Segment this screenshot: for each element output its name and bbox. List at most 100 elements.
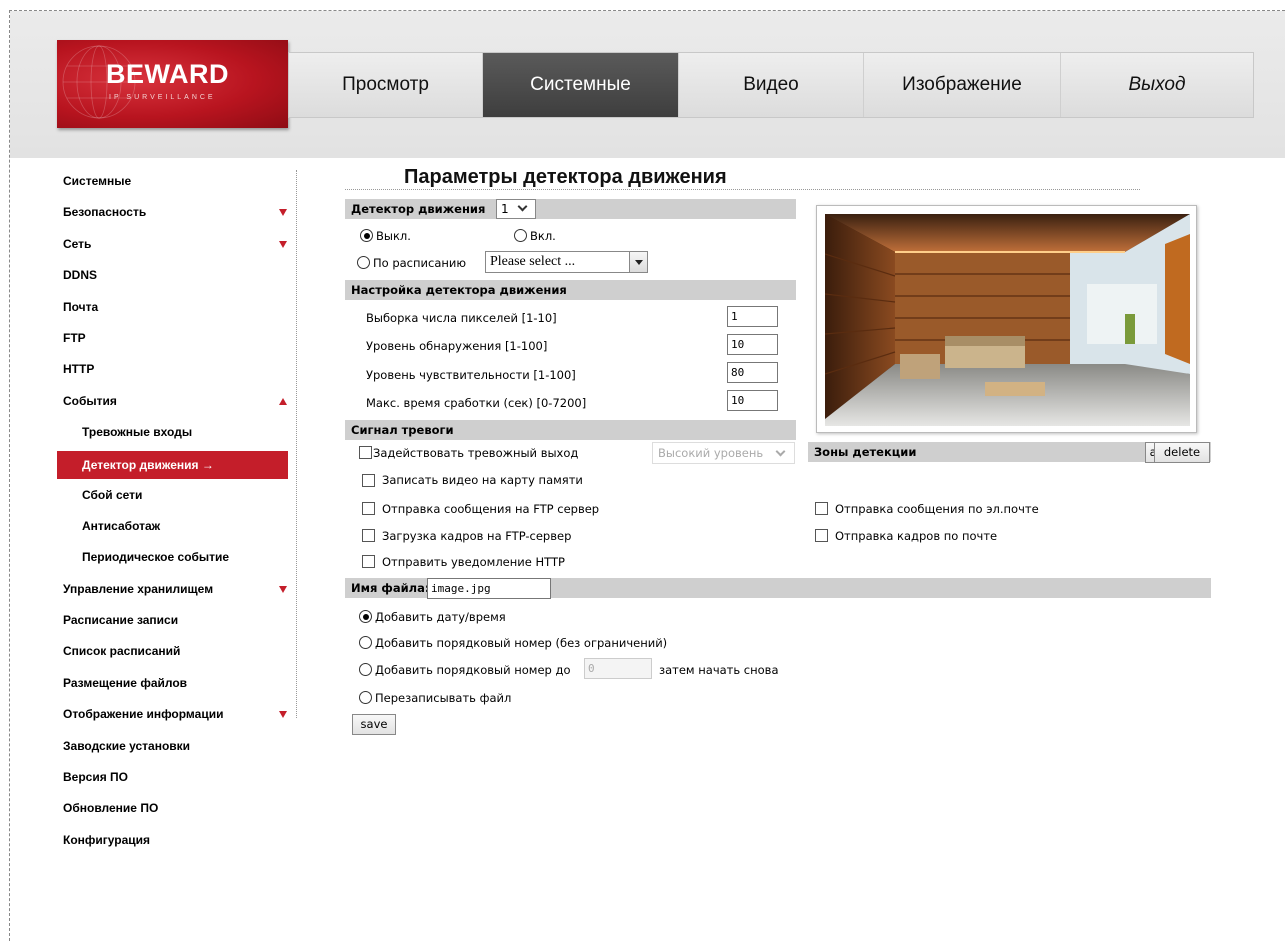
sidebar-item-label: Отображение информации	[63, 707, 224, 722]
append-seq-radio[interactable]	[359, 636, 372, 649]
sidebar-item-label: Системные	[63, 174, 132, 188]
http-notify-label: Отправить уведомление HTTP	[382, 555, 565, 569]
sidebar-item-schedule-list[interactable]: Список расписаний	[57, 636, 297, 667]
email-frames-checkbox[interactable]	[815, 529, 828, 542]
filename-input[interactable]: image.jpg	[427, 578, 551, 599]
tab-video[interactable]: Видео	[679, 53, 864, 117]
detector-label: Детектор движения	[351, 202, 486, 216]
tab-system[interactable]: Системные	[483, 53, 679, 117]
sidebar-item-file-location[interactable]: Размещение файлов	[57, 668, 297, 699]
title-rule	[345, 189, 1140, 190]
mode-schedule-radio[interactable]	[357, 256, 370, 269]
sidebar-item-factory-reset[interactable]: Заводские установки	[57, 731, 297, 762]
sidebar-item-label: События	[63, 393, 117, 408]
schedule-select[interactable]: Please select ...	[485, 251, 648, 273]
sidebar-item-periodic-event[interactable]: Периодическое событие	[57, 542, 297, 573]
sidebar-item-firmware-update[interactable]: Обновление ПО	[57, 793, 297, 824]
dropdown-arrow-icon	[635, 260, 643, 265]
zones-label: Зоны детекции	[814, 445, 917, 459]
logo-subtitle: IP SURVEILLANCE	[109, 94, 216, 101]
seq-restart-label: затем начать снова	[659, 663, 779, 677]
overwrite-radio[interactable]	[359, 691, 372, 704]
max-trigger-time-label: Макс. время сработки (сек) [0-7200]	[366, 396, 587, 410]
sidebar-item-storage[interactable]: Управление хранилищем	[57, 574, 297, 605]
sidebar-item-label: Антисаботаж	[82, 518, 161, 533]
detector-select[interactable]: 1	[496, 199, 536, 219]
sidebar-item-label: Конфигурация	[63, 832, 151, 847]
sidebar-item-label: Расписание записи	[63, 613, 179, 628]
detector-select-value: 1	[501, 202, 509, 216]
mode-schedule-label: По расписанию	[373, 256, 467, 270]
expand-down-icon	[279, 585, 287, 593]
tab-image[interactable]: Изображение	[864, 53, 1061, 117]
alarm-level-value: Высокий уровень	[658, 446, 764, 460]
sidebar-item-label: Управление хранилищем	[63, 581, 214, 596]
sidebar-item-network-failure[interactable]: Сбой сети	[57, 480, 297, 511]
sidebar-item-record-schedule[interactable]: Расписание записи	[57, 605, 297, 636]
sensitivity-input[interactable]: 80	[727, 362, 778, 383]
alarm-output-checkbox[interactable]	[359, 446, 372, 459]
sidebar-item-events[interactable]: События	[57, 386, 297, 417]
detection-level-input[interactable]: 10	[727, 334, 778, 355]
sidebar-item-label: Версия ПО	[63, 770, 129, 785]
sidebar-item-network[interactable]: Сеть	[57, 229, 297, 260]
mode-on-label: Вкл.	[530, 229, 556, 243]
email-message-checkbox[interactable]	[815, 502, 828, 515]
sidebar-item-system[interactable]: Системные	[57, 166, 297, 197]
sensitivity-label: Уровень чувствительности [1-100]	[366, 368, 576, 382]
seq-upto-input[interactable]: 0	[584, 658, 652, 679]
sidebar-item-motion-detector[interactable]: Детектор движения →	[57, 450, 288, 479]
sidebar-item-label: Почта	[63, 299, 99, 314]
sidebar-item-label: Тревожные входы	[82, 425, 193, 440]
sidebar-item-alarm-inputs[interactable]: Тревожные входы	[57, 417, 297, 448]
sidebar-item-ftp[interactable]: FTP	[57, 323, 297, 354]
sidebar-item-ddns[interactable]: DDNS	[57, 260, 297, 291]
append-seq-label: Добавить порядковый номер (без ограничен…	[375, 636, 668, 650]
pixel-sampling-input[interactable]: 1	[727, 306, 778, 327]
tab-view[interactable]: Просмотр	[289, 53, 483, 117]
preview-image	[825, 214, 1190, 426]
alarm-level-select[interactable]: Высокий уровень	[652, 442, 795, 464]
sidebar-item-http[interactable]: HTTP	[57, 354, 297, 385]
overwrite-label: Перезаписывать файл	[375, 691, 512, 705]
chevron-down-icon	[775, 446, 786, 457]
tab-exit[interactable]: Выход	[1061, 53, 1253, 117]
sidebar-item-firmware-version[interactable]: Версия ПО	[57, 762, 297, 793]
ftp-message-checkbox[interactable]	[362, 502, 375, 515]
alarm-output-label: Задействовать тревожный выход	[373, 446, 579, 460]
logo-text: BEWARD	[106, 59, 229, 89]
settings-header: Настройка детектора движения	[345, 280, 796, 300]
sidebar-item-label: FTP	[63, 330, 86, 345]
record-video-label: Записать видео на карту памяти	[382, 473, 583, 487]
alarm-header: Сигнал тревоги	[345, 420, 796, 440]
http-notify-checkbox[interactable]	[362, 555, 375, 568]
append-datetime-radio[interactable]	[359, 610, 372, 623]
record-video-checkbox[interactable]	[362, 474, 375, 487]
max-trigger-time-input[interactable]: 10	[727, 390, 778, 411]
append-seq-upto-radio[interactable]	[359, 663, 372, 676]
sidebar-item-security[interactable]: Безопасность	[57, 197, 297, 228]
delete-zone-button[interactable]: delete	[1154, 442, 1210, 463]
camera-preview	[816, 205, 1197, 433]
expand-down-icon	[279, 240, 287, 248]
sidebar-item-label: Заводские установки	[63, 738, 191, 753]
sidebar-item-tamper[interactable]: Антисаботаж	[57, 511, 297, 542]
mode-off-label: Выкл.	[376, 229, 411, 243]
sidebar-item-configuration[interactable]: Конфигурация	[57, 825, 297, 856]
save-button[interactable]: save	[352, 714, 396, 735]
mode-off-radio[interactable]	[360, 229, 373, 242]
alarm-header-label: Сигнал тревоги	[351, 423, 454, 437]
expand-down-icon	[279, 209, 287, 217]
expand-down-icon	[279, 711, 287, 719]
sidebar-divider	[296, 170, 297, 718]
mode-on-radio[interactable]	[514, 229, 527, 242]
ftp-upload-checkbox[interactable]	[362, 529, 375, 542]
sidebar-item-label: Список расписаний	[63, 644, 181, 659]
settings-header-label: Настройка детектора движения	[351, 283, 567, 297]
page-title: Параметры детектора движения	[404, 166, 727, 188]
filename-label: Имя файла:	[351, 581, 430, 595]
sidebar-item-info-display[interactable]: Отображение информации	[57, 699, 297, 730]
sidebar-item-mail[interactable]: Почта	[57, 292, 297, 323]
top-navigation: Просмотр Системные Видео Изображение Вых…	[288, 52, 1254, 118]
schedule-dropdown-button[interactable]	[629, 252, 647, 272]
